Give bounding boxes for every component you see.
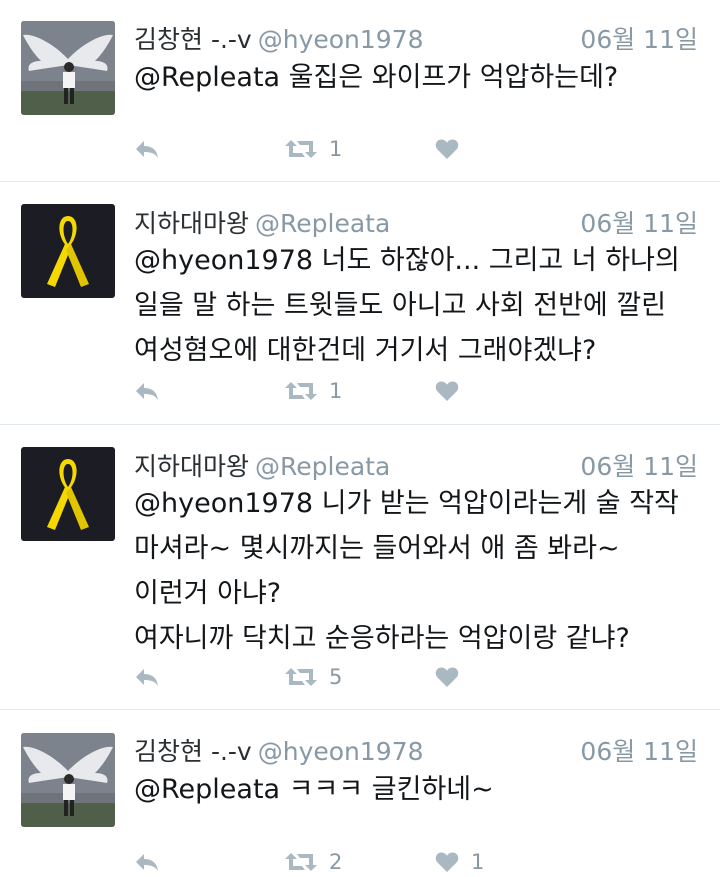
action-bar: 5 <box>134 662 634 692</box>
reply-icon <box>136 854 158 871</box>
action-bar: 1 <box>134 134 634 164</box>
tweet[interactable]: 지하대마왕 @Repleata 06월 11일 @hyeon1978 너도 하잖아… <box>0 182 720 425</box>
tweet[interactable]: 지하대마왕 @Repleata 06월 11일 @hyeon1978 니가 받는 … <box>0 425 720 710</box>
text-line: 일을 말 하는 트윗들도 아니고 사회 전반에 깔린 <box>134 290 667 321</box>
author-name[interactable]: 김창현 -.-v @hyeon1978 <box>134 20 424 56</box>
reply-icon <box>136 669 158 686</box>
author-name[interactable]: 지하대마왕 @Repleata <box>134 447 390 483</box>
timestamp[interactable]: 06월 11일 <box>580 732 698 768</box>
retweet-icon <box>285 382 317 400</box>
text-line: 여자니까 닥치고 순응하라는 억압이랑 같냐? <box>134 623 630 654</box>
author-name[interactable]: 지하대마왕 @Repleata <box>134 204 390 240</box>
handle[interactable]: @hyeon1978 <box>258 25 424 54</box>
action-bar: 1 <box>134 376 634 406</box>
retweet-count: 1 <box>329 137 343 161</box>
tweet-text: @hyeon1978 니가 받는 억압이라는게 술 작작 마셔라~ 몇시까지는 … <box>134 481 704 661</box>
tweet-text: @hyeon1978 너도 하잖아... 그리고 너 하나의 일을 말 하는 트… <box>134 238 704 373</box>
avatar[interactable] <box>21 204 115 298</box>
timestamp[interactable]: 06월 11일 <box>580 20 698 56</box>
heart-icon <box>435 852 459 872</box>
like-button[interactable] <box>435 376 471 406</box>
text-line: 이런거 아냐? <box>134 578 282 609</box>
text-line: @hyeon1978 너도 하잖아... 그리고 너 하나의 <box>134 245 680 276</box>
heart-icon <box>435 139 459 159</box>
handle[interactable]: @hyeon1978 <box>258 737 424 766</box>
reply-button[interactable] <box>134 662 160 692</box>
tweet-text: @Repleata 울집은 와이프가 억압하는데? <box>134 55 704 100</box>
avatar[interactable] <box>21 733 115 827</box>
like-button[interactable] <box>435 134 471 164</box>
reply-button[interactable] <box>134 847 160 877</box>
timestamp[interactable]: 06월 11일 <box>580 204 698 240</box>
retweet-button[interactable]: 2 <box>285 847 342 877</box>
author-name[interactable]: 김창현 -.-v @hyeon1978 <box>134 732 424 768</box>
reply-icon <box>136 383 158 400</box>
retweet-button[interactable]: 5 <box>285 662 342 692</box>
text-line: @Repleata 울집은 와이프가 억압하는데? <box>134 62 619 93</box>
display-name[interactable]: 김창현 -.-v <box>134 25 252 54</box>
retweet-icon <box>285 668 317 686</box>
retweet-count: 1 <box>329 379 343 403</box>
reply-button[interactable] <box>134 134 160 164</box>
avatar[interactable] <box>21 21 115 115</box>
reply-button[interactable] <box>134 376 160 406</box>
tweet[interactable]: 김창현 -.-v @hyeon1978 06월 11일 @Repleata 울집은… <box>0 0 720 182</box>
text-line: 여성혐오에 대한건데 거기서 그래야겠냐? <box>134 335 597 366</box>
heart-icon <box>435 381 459 401</box>
display-name[interactable]: 김창현 -.-v <box>134 737 252 766</box>
text-line: @hyeon1978 니가 받는 억압이라는게 술 작작 <box>134 488 679 519</box>
retweet-icon <box>285 853 317 871</box>
like-count: 1 <box>471 850 485 874</box>
tweet[interactable]: 김창현 -.-v @hyeon1978 06월 11일 @Repleata ㅋㅋㅋ… <box>0 710 720 877</box>
handle[interactable]: @Repleata <box>255 209 390 238</box>
tweet-text: @Repleata ㅋㅋㅋ 글킨하네~ <box>134 767 704 812</box>
text-line: 마셔라~ 몇시까지는 들어와서 애 좀 봐라~ <box>134 533 620 564</box>
retweet-button[interactable]: 1 <box>285 376 342 406</box>
like-button[interactable]: 1 <box>435 847 484 877</box>
retweet-icon <box>285 140 317 158</box>
heart-icon <box>435 667 459 687</box>
like-button[interactable] <box>435 662 471 692</box>
display-name[interactable]: 지하대마왕 <box>134 452 249 481</box>
retweet-count: 2 <box>329 850 343 874</box>
timestamp[interactable]: 06월 11일 <box>580 447 698 483</box>
handle[interactable]: @Repleata <box>255 452 390 481</box>
retweet-count: 5 <box>329 665 343 689</box>
action-bar: 2 1 <box>134 847 634 877</box>
text-line: @Repleata ㅋㅋㅋ 글킨하네~ <box>134 774 494 805</box>
display-name[interactable]: 지하대마왕 <box>134 209 249 238</box>
reply-icon <box>136 141 158 158</box>
retweet-button[interactable]: 1 <box>285 134 342 164</box>
avatar[interactable] <box>21 447 115 541</box>
